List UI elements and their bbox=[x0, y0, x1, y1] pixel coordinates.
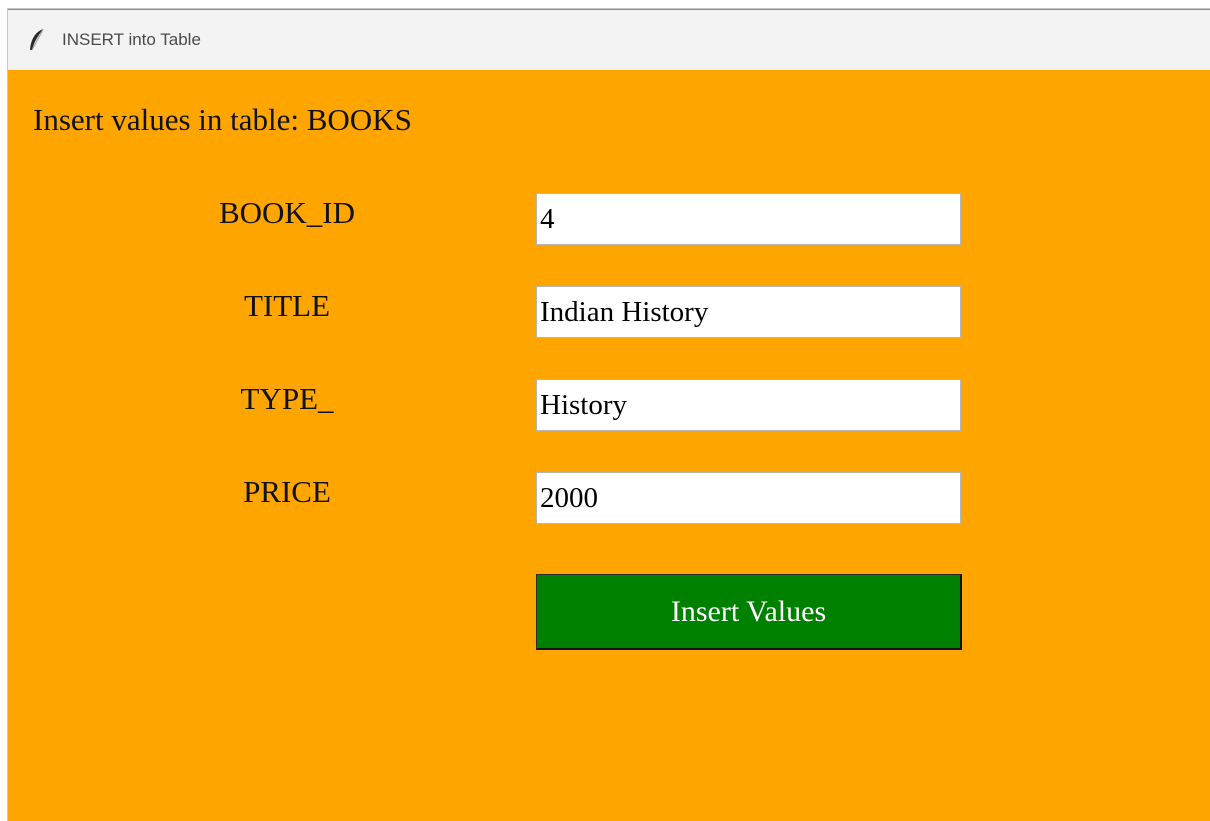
window-title: INSERT into Table bbox=[62, 30, 201, 49]
price-label: PRICE bbox=[243, 474, 331, 509]
type-label: TYPE_ bbox=[240, 381, 334, 416]
app-window: INSERT into Table Insert values in table… bbox=[8, 9, 1210, 821]
title-bar[interactable]: INSERT into Table bbox=[8, 9, 1210, 70]
form-heading: Insert values in table: BOOKS bbox=[33, 102, 412, 137]
form-panel: Insert values in table: BOOKS BOOK_ID TI… bbox=[8, 70, 1210, 821]
book-id-label: BOOK_ID bbox=[218, 195, 356, 230]
title-field[interactable] bbox=[536, 286, 961, 338]
title-label: TITLE bbox=[243, 288, 331, 323]
insert-values-button[interactable]: Insert Values bbox=[536, 574, 962, 650]
feather-icon bbox=[28, 28, 46, 52]
book-id-field[interactable] bbox=[536, 193, 961, 245]
type-field[interactable] bbox=[536, 379, 961, 431]
price-field[interactable] bbox=[536, 472, 961, 524]
